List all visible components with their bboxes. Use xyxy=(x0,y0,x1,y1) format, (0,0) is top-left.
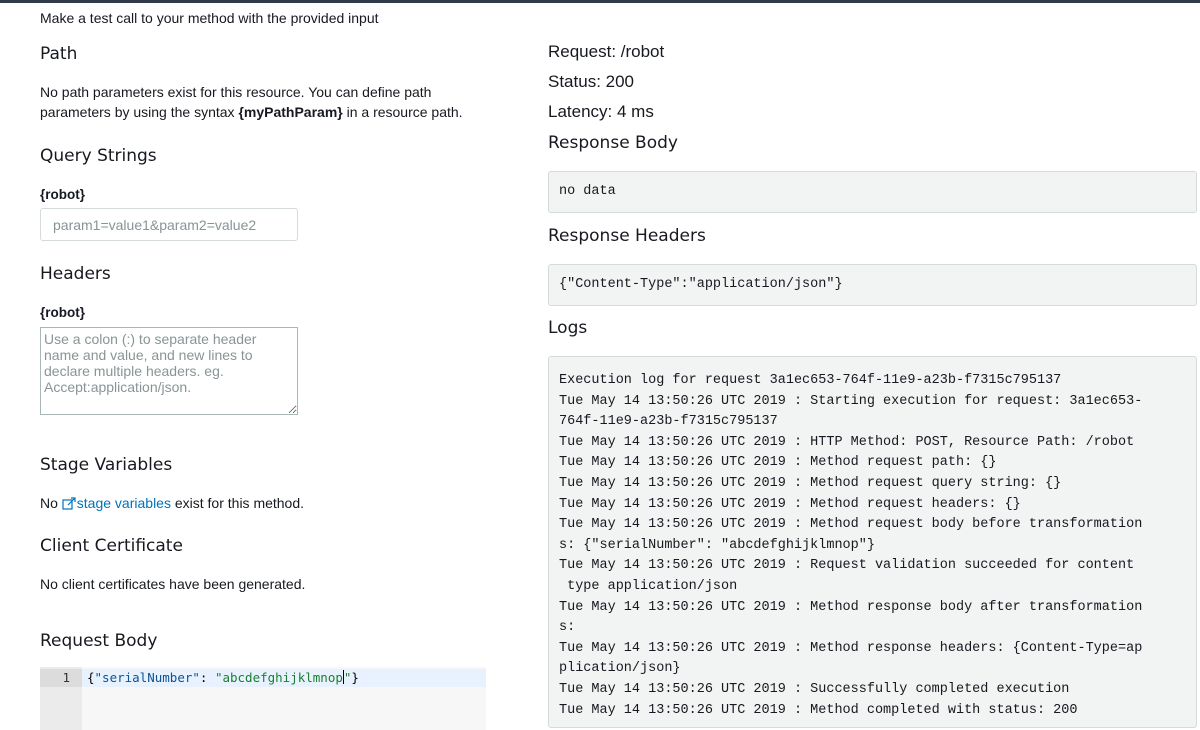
query-strings-title: Query Strings xyxy=(40,146,157,166)
query-strings-input[interactable] xyxy=(40,208,298,241)
response-headers-box: {"Content-Type":"application/json"} xyxy=(548,264,1197,306)
request-body-editor[interactable]: 1 {"serialNumber": "abcdefghijklmnop"} xyxy=(40,667,486,730)
response-body-box: no data xyxy=(548,171,1197,213)
log-line: Tue May 14 13:50:26 UTC 2019 : Method re… xyxy=(559,455,997,471)
request-body-title: Request Body xyxy=(40,631,158,651)
client-certificate-title: Client Certificate xyxy=(40,536,183,556)
log-line: Tue May 14 13:50:26 UTC 2019 : Method co… xyxy=(559,702,1078,718)
code-key: "serialNumber" xyxy=(94,670,200,685)
response-latency: Latency: 4 ms xyxy=(548,102,654,121)
log-line: Tue May 14 13:50:26 UTC 2019 : Method re… xyxy=(559,517,1143,533)
request-path: Request: /robot xyxy=(548,42,665,61)
logs-box: Execution log for request 3a1ec653-764f-… xyxy=(548,356,1197,728)
log-line: Tue May 14 13:50:26 UTC 2019 : Method re… xyxy=(559,640,1143,656)
code-open-brace: { xyxy=(87,670,95,685)
log-line: Tue May 14 13:50:26 UTC 2019 : HTTP Meth… xyxy=(559,434,1135,450)
editor-code-line[interactable]: {"serialNumber": "abcdefghijklmnop"} xyxy=(87,670,359,685)
log-line: s: xyxy=(559,620,576,636)
stage-variables-text: No stage variables exist for this method… xyxy=(40,493,304,513)
log-line: plication/json} xyxy=(559,661,681,677)
headers-title: Headers xyxy=(40,264,111,284)
headers-label: {robot} xyxy=(40,305,85,320)
log-line: 764f-11e9-a23b-f7315c795137 xyxy=(559,414,778,430)
log-line: s: {"serialNumber": "abcdefghijklmnop"} xyxy=(559,537,875,553)
path-description: No path parameters exist for this resour… xyxy=(40,82,500,122)
log-line: Tue May 14 13:50:26 UTC 2019 : Method re… xyxy=(559,475,1062,491)
test-response-panel: Request: /robot Status: 200 Latency: 4 m… xyxy=(548,0,1198,730)
log-line: Tue May 14 13:50:26 UTC 2019 : Successfu… xyxy=(559,681,1070,697)
external-link-icon xyxy=(62,497,76,510)
log-line: type application/json xyxy=(559,578,738,594)
stage-variables-link-label: stage variables xyxy=(76,495,171,511)
response-headers-content: {"Content-Type":"application/json"} xyxy=(559,277,843,292)
client-certificate-text: No client certificates have been generat… xyxy=(40,576,306,592)
response-status: Status: 200 xyxy=(548,72,635,91)
logs-title: Logs xyxy=(548,318,588,338)
path-param-syntax: {myPathParam} xyxy=(238,104,343,120)
path-title: Path xyxy=(40,44,78,64)
stage-variables-link[interactable]: stage variables xyxy=(62,495,171,511)
test-input-panel: Path No path parameters exist for this r… xyxy=(40,0,500,730)
code-close-brace: } xyxy=(351,670,359,685)
code-colon: : xyxy=(199,670,215,685)
log-line: Tue May 14 13:50:26 UTC 2019 : Method re… xyxy=(559,599,1143,615)
response-headers-title: Response Headers xyxy=(548,226,706,246)
log-line: Tue May 14 13:50:26 UTC 2019 : Method re… xyxy=(559,496,1021,512)
log-line: Execution log for request 3a1ec653-764f-… xyxy=(559,373,1062,388)
stage-variables-post: exist for this method. xyxy=(170,495,305,511)
log-line: Tue May 14 13:50:26 UTC 2019 : Starting … xyxy=(559,393,1143,409)
stage-variables-title: Stage Variables xyxy=(40,455,173,475)
response-body-title: Response Body xyxy=(548,133,678,153)
code-value: "abcdefghijklmnop xyxy=(214,670,343,685)
path-description-post: in a resource path. xyxy=(342,104,463,120)
query-strings-label: {robot} xyxy=(40,187,85,202)
path-description-line1: No path parameters exist for this resour… xyxy=(40,84,432,100)
headers-textarea[interactable] xyxy=(40,327,298,415)
path-description-pre: parameters by using the syntax xyxy=(40,104,239,120)
response-body-content: no data xyxy=(559,184,616,199)
stage-variables-pre: No xyxy=(40,495,62,511)
editor-line-number: 1 xyxy=(62,670,70,685)
log-line: Tue May 14 13:50:26 UTC 2019 : Request v… xyxy=(559,558,1135,574)
